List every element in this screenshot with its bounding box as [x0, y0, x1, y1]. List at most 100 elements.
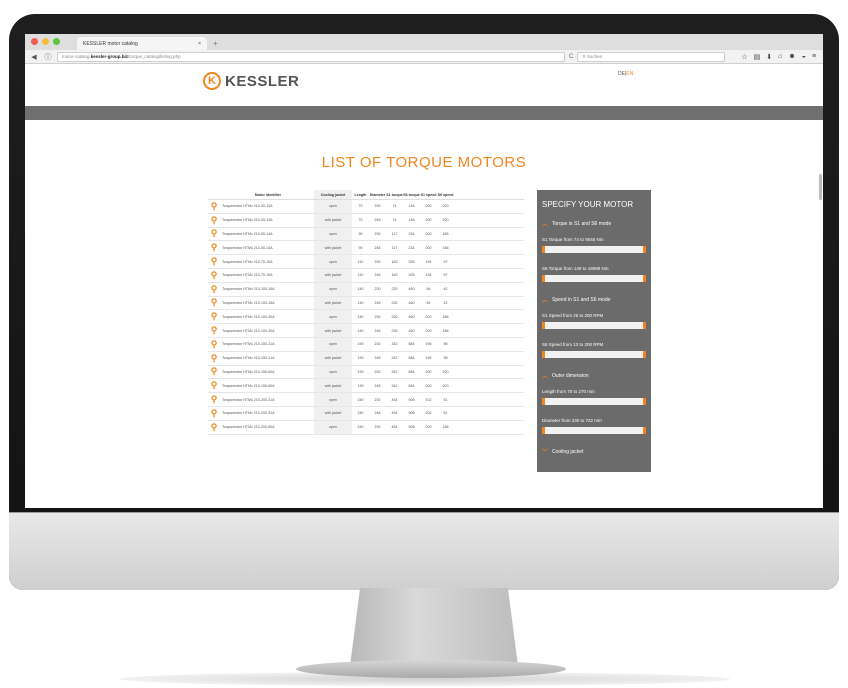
cell-length: 110 [357, 273, 364, 278]
magnifier-icon[interactable]: ⚲ [208, 353, 220, 364]
diameter-slider[interactable] [542, 427, 646, 434]
cooling-jacket-toggle[interactable]: ﹀ Cooling jacket [542, 447, 646, 457]
table-row[interactable]: ⚲ Torquemotor HTMx 210-100-30A open 140 230 2… [208, 310, 524, 325]
magnifier-icon[interactable]: ⚲ [208, 256, 220, 267]
header-s1-speed[interactable]: S1 speed [420, 193, 437, 197]
slider-handle-max[interactable] [643, 351, 646, 358]
table-row[interactable]: ⚲ Torquemotor HTMx 210-100-30A with jacket… [208, 324, 524, 338]
table-row[interactable]: ⚲ Torquemotor HTMx 210-200-31A open 240 230 4… [208, 393, 524, 407]
magnifier-icon[interactable]: ⚲ [208, 311, 220, 322]
header-s1-torque[interactable]: S1 torque [386, 193, 403, 197]
header-diameter[interactable]: Diameter [369, 193, 386, 197]
s1-speed-slider[interactable] [542, 322, 646, 329]
home-icon[interactable]: ⌂ [778, 53, 782, 61]
logo-mark: K [203, 72, 221, 90]
lang-de-link[interactable]: DE [618, 71, 625, 77]
kessler-logo[interactable]: K KESSLER [203, 72, 299, 90]
minimize-window-button[interactable] [42, 38, 49, 45]
header-motor-identifier[interactable]: Motor identifier [220, 193, 314, 197]
tab-close-icon[interactable]: × [198, 41, 201, 47]
download-icon[interactable]: ⬇ [766, 53, 772, 61]
magnifier-icon[interactable]: ⚲ [208, 408, 220, 419]
magnifier-icon[interactable]: ⚲ [208, 339, 220, 350]
magnifier-icon[interactable]: ⚲ [208, 201, 220, 212]
cell-motor-identifier: Torquemotor HTMx 210-200-31A [222, 411, 275, 416]
cell-s6-torque: 684 [408, 369, 415, 374]
pocket-icon[interactable]: ◒ [802, 53, 806, 61]
speed-section-toggle[interactable]: ︿ Speed in S1 and S6 mode [542, 295, 646, 305]
table-row[interactable]: ⚲ Torquemotor HTMx 210-150-50A open 190 230 3… [208, 365, 524, 380]
scroll-thumb[interactable] [819, 174, 822, 200]
magnifier-icon[interactable]: ⚲ [208, 366, 220, 377]
slider-handle-min[interactable] [542, 322, 545, 329]
reload-icon[interactable]: C [569, 54, 573, 60]
info-icon[interactable]: ⓘ [43, 52, 53, 62]
table-row[interactable]: ⚲ Torquemotor HTMx 210-70-15A open 110 230 16… [208, 255, 524, 269]
cell-s6-torque: 460 [408, 300, 415, 305]
magnifier-icon[interactable]: ⚲ [208, 297, 220, 308]
lang-en-link[interactable]: EN [626, 71, 633, 77]
table-row[interactable]: ⚲ Torquemotor HTMx 210-200-31A with jacket… [208, 406, 524, 421]
maximize-window-button[interactable] [53, 38, 60, 45]
header-length[interactable]: Length [352, 193, 369, 197]
slider-handle-min[interactable] [542, 246, 545, 253]
close-window-button[interactable] [31, 38, 38, 45]
panel-title: SPECIFY YOUR MOTOR [542, 200, 634, 209]
outer-dimension-toggle[interactable]: ︿ Outer dimension [542, 371, 646, 381]
table-row[interactable]: ⚲ Torquemotor HTMx 210-50-14A with jacket 9… [208, 241, 524, 256]
menu-icon[interactable]: ≡ [812, 53, 816, 61]
magnifier-icon[interactable]: ⚲ [208, 242, 220, 253]
back-arrow-icon[interactable]: ◀ [29, 53, 39, 61]
url-bar[interactable]: motor-catalog. kessler-group.biz/torque_c… [57, 51, 565, 62]
table-row[interactable]: ⚲ Torquemotor HTMx 210-100-15A with jacket… [208, 296, 524, 311]
slider-handle-min[interactable] [542, 427, 545, 434]
magnifier-icon[interactable]: ⚲ [208, 422, 220, 433]
web-page: K KESSLER DE|EN LIST OF TORQUE MOTORS Mo… [25, 64, 823, 508]
magnifier-icon[interactable]: ⚲ [208, 270, 220, 281]
slider-handle-min[interactable] [542, 398, 545, 405]
slider-handle-max[interactable] [643, 246, 646, 253]
window-controls [31, 38, 60, 45]
table-row[interactable]: ⚲ Torquemotor HTMx 210-150-50A with jacket… [208, 379, 524, 394]
reading-list-icon[interactable]: ▤ [754, 53, 761, 61]
smiley-icon[interactable]: ☻ [788, 53, 795, 61]
s6-speed-slider[interactable] [542, 351, 646, 358]
search-input[interactable]: ⚲ Suchen [577, 51, 726, 62]
table-row[interactable]: ⚲ Torquemotor HTMx 210-100-15A open 140 230 2… [208, 282, 524, 297]
browser-tab[interactable]: KESSLER motor catalog × [77, 37, 207, 50]
magnifier-icon[interactable]: ⚲ [208, 284, 220, 295]
cell-motor-identifier: Torquemotor HTMx 210-100-15A [222, 300, 275, 305]
s1-torque-slider[interactable] [542, 246, 646, 253]
magnifier-icon[interactable]: ⚲ [208, 380, 220, 391]
header-s6-torque[interactable]: S6 torque [403, 193, 420, 197]
speed-section-label: Speed in S1 and S6 mode [552, 296, 611, 303]
cell-s1-torque: 342 [391, 383, 398, 388]
table-row[interactable]: ⚲ Torquemotor HTMx 210-200-50A open 240 230 4… [208, 420, 524, 435]
slider-handle-max[interactable] [643, 398, 646, 405]
header-cooling-jacket[interactable]: Cooling jacket [314, 190, 352, 199]
table-row[interactable]: ⚲ Torquemotor HTMx 210-50-14A open 90 230 117… [208, 227, 524, 242]
cell-motor-identifier: Torquemotor HTMx 210-70-15A [222, 259, 273, 264]
table-row[interactable]: ⚲ Torquemotor HTMx 210-30-13A with jacket 7… [208, 213, 524, 228]
magnifier-icon[interactable]: ⚲ [208, 394, 220, 405]
slider-handle-min[interactable] [542, 351, 545, 358]
table-row[interactable]: ⚲ Torquemotor HTMx 210-150-31A with jacket… [208, 351, 524, 366]
slider-handle-max[interactable] [643, 275, 646, 282]
new-tab-button[interactable]: + [213, 38, 218, 50]
slider-handle-min[interactable] [542, 275, 545, 282]
slider-handle-max[interactable] [643, 322, 646, 329]
length-slider[interactable] [542, 398, 646, 405]
magnifier-icon[interactable]: ⚲ [208, 228, 220, 239]
torque-section-toggle[interactable]: ︿ Torque in S1 and S6 mode [542, 219, 646, 229]
slider-handle-max[interactable] [643, 427, 646, 434]
table-row[interactable]: ⚲ Torquemotor HTMx 210-150-31A open 190 230 3… [208, 337, 524, 352]
bookmark-star-icon[interactable]: ☆ [741, 53, 747, 61]
cell-s6-torque: 148 [408, 218, 415, 223]
magnifier-icon[interactable]: ⚲ [208, 215, 220, 226]
table-row[interactable]: ⚲ Torquemotor HTMx 210-70-15A with jacket 1… [208, 268, 524, 283]
magnifier-icon[interactable]: ⚲ [208, 325, 220, 336]
s6-torque-slider[interactable] [542, 275, 646, 282]
table-row[interactable]: ⚲ Torquemotor HTMx 210-30-13A open 70 230 74 1… [208, 200, 524, 214]
header-s6-speed[interactable]: S6 speed [437, 193, 454, 197]
screen: KESSLER motor catalog × + ◀ ⓘ motor-cata… [25, 34, 823, 508]
